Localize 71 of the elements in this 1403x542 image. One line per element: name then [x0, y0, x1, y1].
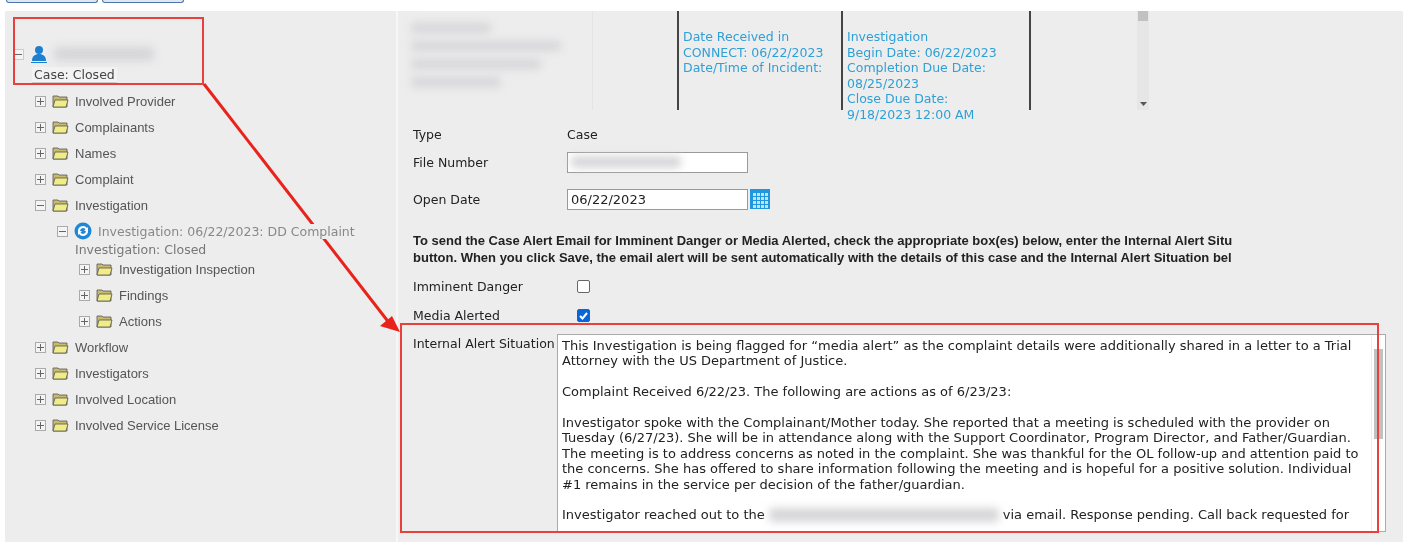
tree-item[interactable]: Investigation: [75, 197, 148, 213]
summary-text: Investigation: [847, 29, 930, 45]
summary-text: 08/25/2023: [847, 75, 921, 91]
summary-text: Begin Date: 06/22/2023: [847, 44, 998, 60]
scrollbar[interactable]: [1371, 335, 1385, 531]
summary-text: Completion Due Date:: [847, 60, 987, 76]
folder-icon: [52, 172, 69, 186]
tree-item[interactable]: Complainants: [75, 119, 155, 135]
folder-icon: [52, 198, 69, 212]
expand-icon[interactable]: [35, 341, 46, 353]
checkbox[interactable]: [577, 280, 590, 293]
folder-icon: [52, 418, 69, 432]
summary-text: Close Due Date:: [847, 91, 950, 107]
scroll-thumb[interactable]: [1138, 11, 1148, 21]
tree-item[interactable]: Involved Provider: [75, 93, 176, 109]
tree-item[interactable]: Workflow: [75, 339, 129, 355]
instruction-text: To send the Case Alert Email for Imminent Danger or Media Alerted, check the appropriate box(es) below, enter the Internal Alert Situ: [413, 232, 1234, 249]
tree-item[interactable]: Actions: [119, 313, 162, 329]
expand-icon[interactable]: [35, 393, 46, 405]
field-label: Type: [413, 126, 443, 142]
folder-icon: [96, 262, 113, 276]
summary-text: Date/Time of Incident:: [683, 60, 824, 76]
field-value: Case: [567, 126, 599, 142]
tree-item[interactable]: Investigators: [75, 365, 149, 381]
summary-text: CONNECT: 06/22/2023: [683, 44, 825, 60]
input-field[interactable]: [567, 151, 748, 173]
expand-icon[interactable]: [35, 147, 46, 159]
expand-icon[interactable]: [35, 367, 46, 379]
text-area[interactable]: This Investigation is being flagged for “media alert” as the complaint details were additionally shared in a letter to a Trial Attorney with the US Department of Justice. Complaint Received 6/22/23. The following are actions as of 6/23/23: Investigator spoke with the Complainant/Mother today. She reported that a meeting is scheduled with the provider on Tuesday (6/27/23). She will be in attendance along with the Support Coordinator, Program Director, and Father/Guardian. The meeting is to address concerns as noted in the complaint. She was thankful for the OL follow-up and attention paid to the concerns. She has offered to share information following the meeting and is hopeful for a positive solution. Individual #1 remains in the service per decision of the father/guardian. Investigator reached out to the via email. Response pending. Call back requested for: [557, 334, 1386, 532]
scrollbar[interactable]: [1137, 11, 1149, 110]
summary-text: 9/18/2023 12:00 AM: [847, 106, 976, 122]
expand-icon[interactable]: [35, 419, 46, 431]
down-arrow-icon[interactable]: [1139, 102, 1147, 106]
expand-icon[interactable]: [79, 315, 90, 327]
expand-icon[interactable]: [35, 173, 46, 185]
toolbar-button[interactable]: [6, 0, 98, 3]
person-icon: [30, 45, 48, 63]
expand-icon[interactable]: [79, 289, 90, 301]
instruction-text: button. When you click Save, the email alert will be sent automatically with the details of this case and the Internal Alert Situation bel: [413, 249, 1233, 266]
status-label: Investigation: Closed: [75, 242, 207, 257]
collapse-icon[interactable]: [57, 225, 68, 237]
toolbar-button[interactable]: [102, 0, 184, 3]
field-label: Imminent Danger: [413, 279, 524, 294]
collapse-icon[interactable]: [35, 199, 46, 211]
expand-icon[interactable]: [35, 95, 46, 107]
collapse-icon[interactable]: [13, 48, 24, 60]
tree-item[interactable]: Involved Service License: [75, 417, 219, 433]
date-field[interactable]: 06/22/2023: [567, 188, 748, 210]
folder-icon: [52, 340, 69, 354]
tree-item[interactable]: Involved Location: [75, 391, 177, 407]
field-label: Internal Alert Situation: [413, 335, 556, 353]
tree-item[interactable]: Names: [75, 145, 117, 161]
tree-item[interactable]: Investigation Inspection: [119, 261, 255, 277]
folder-icon: [52, 120, 69, 134]
case-status: Case: Closed: [32, 67, 117, 83]
field-label: Media Alerted: [413, 308, 501, 323]
expand-icon[interactable]: [79, 263, 90, 275]
tree-item[interactable]: Complaint: [75, 171, 134, 187]
folder-icon: [52, 366, 69, 380]
folder-icon: [52, 392, 69, 406]
folder-icon: [96, 314, 113, 328]
summary-text: Date Received in: [683, 29, 791, 45]
checkbox[interactable]: [577, 309, 590, 322]
expand-icon[interactable]: [35, 121, 46, 133]
folder-icon: [52, 146, 69, 160]
refresh-icon: [74, 222, 92, 240]
tree-item[interactable]: Findings: [119, 287, 169, 303]
field-label: File Number: [413, 154, 490, 170]
folder-icon: [52, 94, 69, 108]
folder-icon: [96, 288, 113, 302]
field-label: Open Date: [413, 191, 482, 207]
